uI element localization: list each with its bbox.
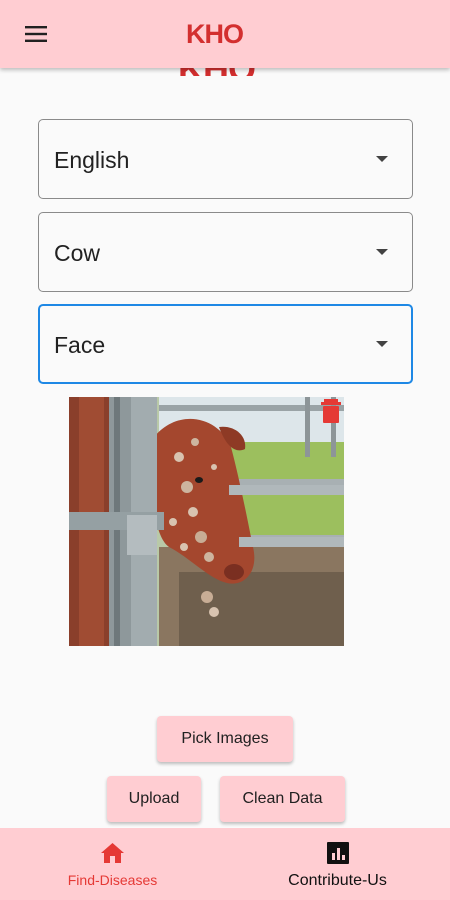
animal-select[interactable]: Cow — [38, 212, 413, 292]
cow-photo-image — [69, 397, 344, 646]
nav-item-find-diseases[interactable]: Find-Diseases — [0, 828, 225, 900]
delete-image-button[interactable] — [320, 398, 342, 424]
home-icon — [101, 843, 124, 863]
language-select[interactable]: English — [38, 119, 413, 199]
body-part-select-value: Face — [54, 332, 106, 358]
chevron-down-icon — [376, 156, 388, 162]
clean-data-button[interactable]: Clean Data — [220, 776, 345, 822]
upload-button[interactable]: Upload — [107, 776, 201, 822]
pick-images-button[interactable]: Pick Images — [157, 716, 293, 762]
app-logo: KHO — [186, 19, 244, 49]
selected-image-preview — [69, 397, 344, 646]
bar-chart-icon — [327, 842, 349, 864]
nav-item-contribute-us[interactable]: Contribute-Us — [225, 828, 450, 900]
delete-icon — [321, 399, 341, 423]
chevron-down-icon — [376, 249, 388, 255]
language-select-value: English — [54, 147, 130, 173]
bottom-navigation: Find-Diseases Contribute-Us — [0, 828, 450, 900]
animal-select-value: Cow — [54, 240, 101, 266]
body-part-select[interactable]: Face — [38, 304, 413, 384]
menu-button[interactable] — [14, 20, 58, 48]
hamburger-menu-icon — [25, 26, 47, 42]
nav-label-find-diseases: Find-Diseases — [67, 872, 158, 888]
chevron-down-icon — [376, 341, 388, 347]
app-bar: KHO — [0, 0, 450, 68]
nav-label-contribute-us: Contribute-Us — [288, 872, 387, 889]
